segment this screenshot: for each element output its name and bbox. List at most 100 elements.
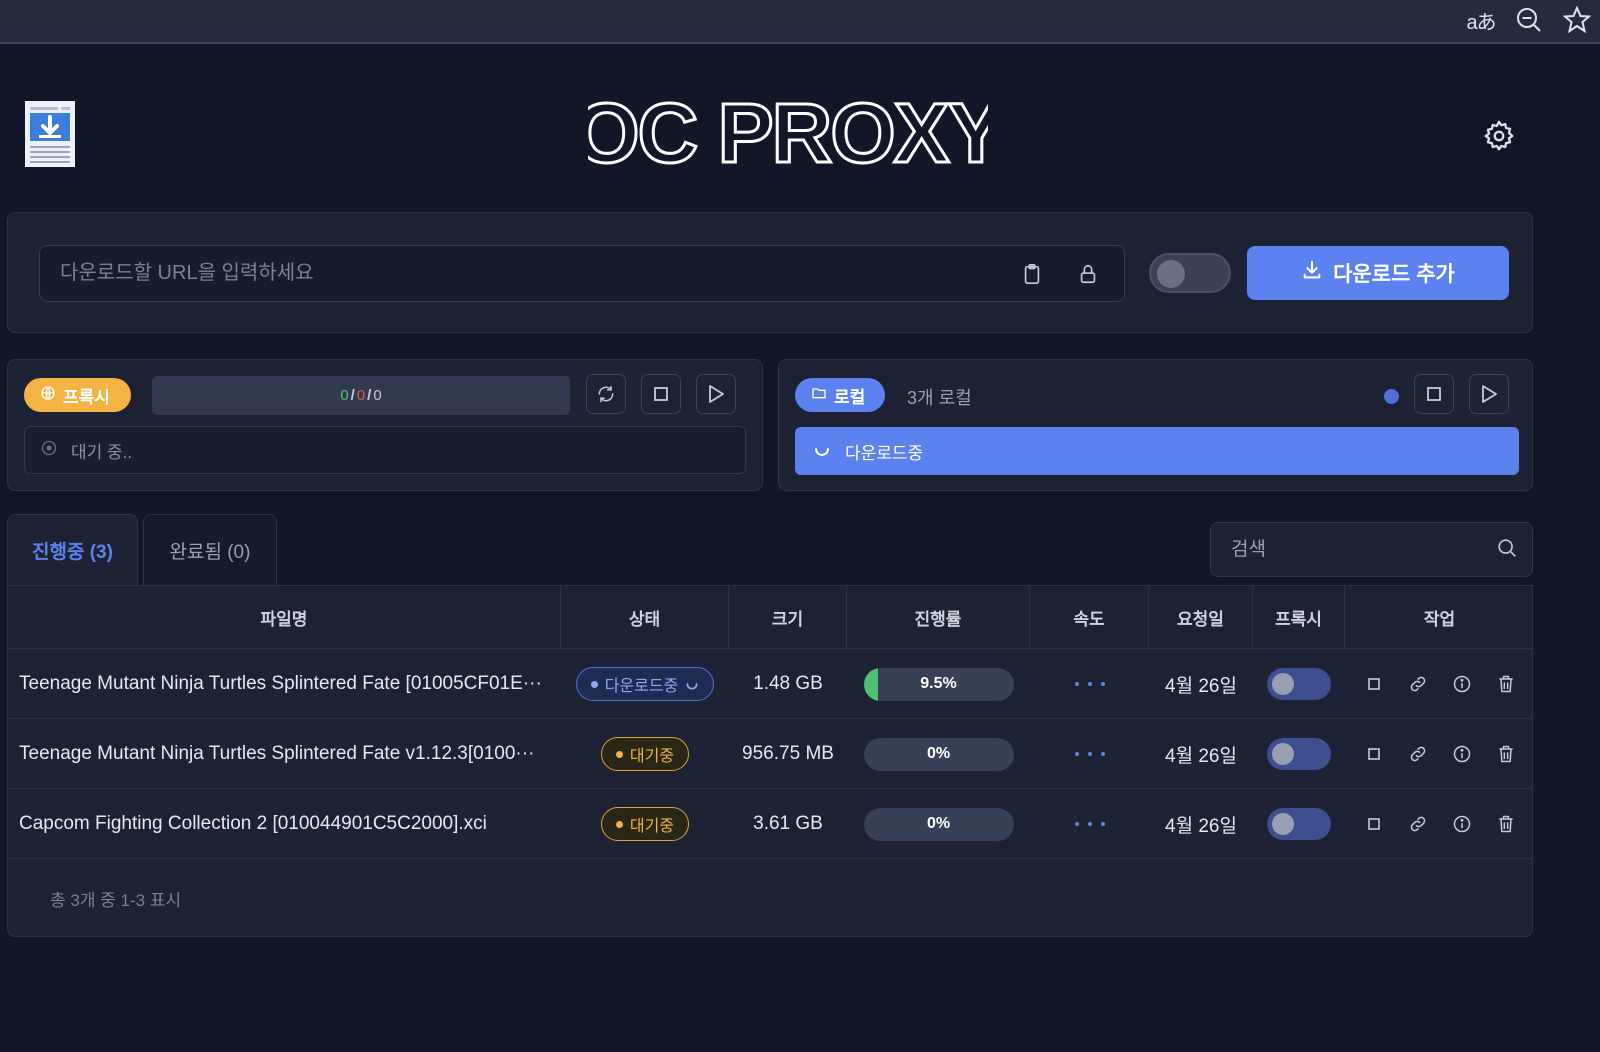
proxy-badge-label: 프록시: [63, 387, 110, 407]
search-box: [1210, 522, 1533, 577]
file-size: 1.48 GB: [753, 673, 823, 694]
progress-label: 0%: [926, 745, 951, 762]
column-header[interactable]: 크기: [729, 586, 847, 649]
url-field-wrapper: [39, 245, 1125, 302]
column-header[interactable]: 프록시: [1253, 586, 1345, 649]
proxy-stop-button[interactable]: [641, 374, 681, 414]
trash-icon[interactable]: [1494, 812, 1518, 836]
progress-bar: 9.5%: [863, 667, 1014, 701]
column-header[interactable]: 요청일: [1149, 586, 1253, 649]
local-badge[interactable]: 로컬: [795, 378, 885, 412]
proxy-badge[interactable]: 프록시: [24, 378, 131, 412]
gear-icon[interactable]: [1482, 119, 1516, 153]
spinner-icon: [813, 440, 831, 463]
browser-toolbar: aあ: [0, 0, 1600, 44]
folder-icon: [811, 385, 827, 406]
globe-icon: [40, 385, 56, 406]
row-proxy-toggle[interactable]: [1267, 738, 1331, 770]
table-header: 파일명 상태 크기 진행률 속도 요청일 프록시 작업: [8, 586, 1532, 649]
proxy-status-text: 대기 중..: [71, 442, 133, 462]
column-header[interactable]: 속도: [1030, 586, 1149, 649]
count-separator: /: [367, 387, 372, 404]
proxy-count-success: 0: [340, 387, 349, 404]
request-date: 4월 26일: [1165, 675, 1237, 697]
table-row[interactable]: Capcom Fighting Collection 2 [010044901C…: [8, 789, 1532, 859]
request-date: 4월 26일: [1165, 815, 1237, 837]
row-proxy-toggle[interactable]: [1267, 808, 1331, 840]
column-header[interactable]: 작업: [1345, 586, 1534, 649]
column-header[interactable]: 상태: [561, 586, 729, 649]
request-date: 4월 26일: [1165, 745, 1237, 767]
star-icon[interactable]: [1560, 3, 1594, 37]
local-progress-bar: 다운로드중: [795, 427, 1519, 475]
column-header[interactable]: 진행률: [847, 586, 1030, 649]
stop-icon[interactable]: [1362, 812, 1386, 836]
local-stop-button[interactable]: [1414, 374, 1454, 414]
search-icon[interactable]: [1496, 537, 1518, 564]
add-download-button[interactable]: 다운로드 추가: [1247, 246, 1509, 300]
file-size: 3.61 GB: [753, 813, 823, 834]
status-badge: 다운로드중: [575, 667, 715, 701]
trash-icon[interactable]: [1494, 742, 1518, 766]
info-icon[interactable]: [1450, 672, 1474, 696]
proxy-counts: 0 / 0 / 0: [152, 376, 570, 415]
tab-in-progress[interactable]: 진행중 (3): [7, 514, 138, 586]
local-play-button[interactable]: [1469, 374, 1509, 414]
download-icon: [1301, 259, 1323, 287]
proxy-panel: 프록시 0 / 0 / 0 대기 중..: [7, 359, 763, 491]
trash-icon[interactable]: [1494, 672, 1518, 696]
progress-label: 0%: [926, 815, 951, 832]
link-icon[interactable]: [1406, 672, 1430, 696]
column-header[interactable]: 파일명: [8, 586, 561, 649]
refresh-icon: [598, 385, 614, 403]
refresh-button[interactable]: [586, 374, 626, 414]
url-mode-toggle[interactable]: [1149, 253, 1231, 293]
info-icon[interactable]: [1450, 742, 1474, 766]
status-text: 다운로드중: [604, 678, 679, 695]
stop-icon[interactable]: [1362, 742, 1386, 766]
add-download-label: 다운로드 추가: [1333, 263, 1455, 286]
status-badge: 대기중: [600, 737, 690, 771]
row-proxy-toggle[interactable]: [1267, 668, 1331, 700]
progress-bar: 0%: [863, 737, 1014, 771]
local-badge-label: 로컬: [834, 387, 866, 407]
proxy-play-button[interactable]: [696, 374, 736, 414]
stop-icon: [1427, 387, 1441, 401]
status-badge: 대기중: [600, 807, 690, 841]
speed-indicator: [1030, 789, 1149, 859]
table-row[interactable]: Teenage Mutant Ninja Turtles Splintered …: [8, 719, 1532, 789]
status-text: 대기중: [629, 748, 675, 765]
brand-logo: OC PROXY: [573, 85, 1006, 182]
count-separator: /: [350, 387, 355, 404]
stop-icon[interactable]: [1362, 672, 1386, 696]
url-input[interactable]: [60, 246, 960, 301]
progress-label: 9.5%: [920, 675, 957, 692]
info-icon[interactable]: [1450, 812, 1474, 836]
table-row[interactable]: Teenage Mutant Ninja Turtles Splintered …: [8, 649, 1532, 719]
link-icon[interactable]: [1406, 812, 1430, 836]
file-size: 956.75 MB: [742, 743, 834, 764]
stop-icon: [654, 387, 668, 401]
download-document-icon: [25, 101, 75, 167]
search-input[interactable]: [1231, 523, 1481, 576]
local-panel: 로컬 3개 로컬 다운로드중: [778, 359, 1533, 491]
clipboard-icon[interactable]: [1015, 257, 1049, 291]
proxy-count-total: 0: [373, 387, 382, 404]
radio-dot-icon: [41, 440, 57, 461]
status-text: 대기중: [629, 818, 675, 835]
translate-icon[interactable]: aあ: [1464, 3, 1498, 37]
tab-completed[interactable]: 완료됨 (0): [143, 514, 277, 586]
local-progress-text: 다운로드중: [845, 443, 924, 463]
file-name: Teenage Mutant Ninja Turtles Splintered …: [19, 673, 542, 694]
zoom-out-icon[interactable]: [1512, 3, 1546, 37]
local-status-dot: [1384, 389, 1399, 404]
url-input-panel: 다운로드 추가: [7, 212, 1533, 333]
proxy-count-fail: 0: [356, 387, 366, 404]
pagination-summary: 총 3개 중 1-3 표시: [50, 891, 182, 910]
link-icon[interactable]: [1406, 742, 1430, 766]
file-name: Capcom Fighting Collection 2 [010044901C…: [19, 813, 487, 834]
lock-icon[interactable]: [1071, 257, 1105, 291]
speed-indicator: [1030, 719, 1149, 789]
downloads-table: 파일명 상태 크기 진행률 속도 요청일 프록시 작업 Teenage Muta…: [7, 585, 1533, 937]
local-count: 3개 로컬: [907, 388, 972, 408]
